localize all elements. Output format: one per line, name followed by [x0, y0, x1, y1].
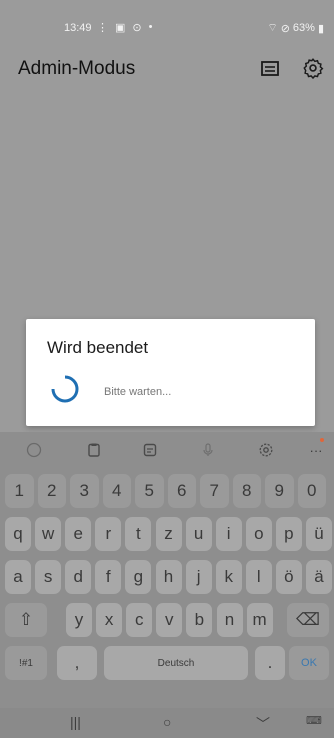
status-time: 13:49 [64, 22, 92, 34]
key-v[interactable]: v [156, 603, 183, 637]
keyboard-settings-icon[interactable] [256, 440, 276, 460]
key-h[interactable]: h [155, 560, 182, 594]
page-title: Admin-Modus [18, 58, 136, 79]
key-1[interactable]: 1 [5, 474, 34, 508]
key-8[interactable]: 8 [232, 474, 261, 508]
key-i[interactable]: i [215, 517, 242, 551]
usb-icon: ⋮ [97, 22, 108, 34]
key-s[interactable]: s [35, 560, 62, 594]
home-button[interactable]: ○ [163, 714, 171, 730]
key-5[interactable]: 5 [135, 474, 164, 508]
key-p[interactable]: p [275, 517, 302, 551]
key-ö[interactable]: ö [275, 560, 302, 594]
key-x[interactable]: x [96, 603, 123, 637]
backspace-key[interactable]: ⌫ [287, 603, 329, 637]
keyboard-switch-button[interactable]: ⌨ [306, 714, 322, 727]
battery-percent: 63% [292, 22, 315, 34]
key-k[interactable]: k [215, 560, 242, 594]
status-right: ⌔ ⊘ 63% ▮ [267, 21, 324, 35]
microphone-icon[interactable] [198, 440, 218, 460]
enter-key[interactable]: OK [289, 646, 329, 680]
emoji-icon[interactable] [24, 440, 44, 460]
status-bar: 13:49 ⋮ ▣ ⊙ • ⌔ ⊘ 63% ▮ [0, 0, 334, 44]
key-3[interactable]: 3 [70, 474, 99, 508]
key-q[interactable]: q [5, 517, 31, 551]
keyboard-toolbar: ··· [0, 432, 334, 470]
key-y[interactable]: y [66, 603, 92, 637]
keyboard: ··· 1 2 3 4 5 6 7 8 9 0 q w e r t z u i o p ü a s d f g h j k l ö ä ⇧ y x c… [0, 432, 334, 708]
loading-spinner-icon [51, 375, 79, 403]
dot-icon: • [148, 21, 153, 33]
key-7[interactable]: 7 [200, 474, 229, 508]
shift-key[interactable]: ⇧ [5, 603, 47, 637]
back-button[interactable]: ﹀ [256, 714, 270, 734]
key-u[interactable]: u [185, 517, 212, 551]
key-c[interactable]: c [126, 603, 153, 637]
symbols-key[interactable]: !#1 [5, 646, 47, 680]
key-w[interactable]: w [35, 517, 62, 551]
gear-icon[interactable] [302, 57, 324, 79]
key-e[interactable]: e [65, 517, 92, 551]
more-icon[interactable]: ··· [306, 440, 326, 460]
key-4[interactable]: 4 [102, 474, 131, 508]
app-bar: Admin-Modus [0, 50, 334, 90]
key-d[interactable]: d [65, 560, 92, 594]
dialog-message: Bitte warten... [104, 386, 172, 398]
key-t[interactable]: t [125, 517, 152, 551]
key-ä[interactable]: ä [306, 560, 332, 594]
key-6[interactable]: 6 [167, 474, 196, 508]
key-z[interactable]: z [155, 517, 182, 551]
key-o[interactable]: o [245, 517, 272, 551]
period-key[interactable]: . [255, 646, 285, 680]
key-ü[interactable]: ü [306, 517, 332, 551]
key-9[interactable]: 9 [265, 474, 294, 508]
notification-dot [320, 438, 324, 442]
key-g[interactable]: g [125, 560, 152, 594]
battery-icon: ▮ [317, 22, 324, 35]
image-icon: ▣ [115, 22, 126, 34]
comma-key[interactable]: , [57, 646, 97, 680]
notification-icons: ⋮ ▣ ⊙ • [97, 21, 152, 34]
text-edit-icon[interactable] [140, 440, 160, 460]
key-f[interactable]: f [95, 560, 122, 594]
location-icon: ⊙ [132, 22, 142, 34]
key-0[interactable]: 0 [297, 474, 326, 508]
key-j[interactable]: j [185, 560, 212, 594]
space-key[interactable]: Deutsch [104, 646, 248, 680]
key-n[interactable]: n [216, 603, 243, 637]
key-b[interactable]: b [186, 603, 213, 637]
key-m[interactable]: m [246, 603, 273, 637]
key-a[interactable]: a [5, 560, 31, 594]
dialog-title: Wird beendet [47, 338, 149, 357]
dnd-icon: ⊘ [280, 22, 290, 35]
key-r[interactable]: r [95, 517, 122, 551]
wifi-icon: ⌔ [267, 22, 278, 34]
screen-icon[interactable] [260, 59, 280, 79]
recents-button[interactable]: ||| [70, 714, 81, 730]
navigation-bar: ||| ○ ﹀ ⌨ [0, 708, 334, 738]
screen: 13:49 ⋮ ▣ ⊙ • ⌔ ⊘ 63% ▮ Admin-Modus Wird… [0, 0, 334, 738]
key-2[interactable]: 2 [37, 474, 66, 508]
clipboard-icon[interactable] [84, 440, 104, 460]
progress-dialog: Wird beendet Bitte warten... [26, 319, 315, 426]
key-l[interactable]: l [245, 560, 272, 594]
